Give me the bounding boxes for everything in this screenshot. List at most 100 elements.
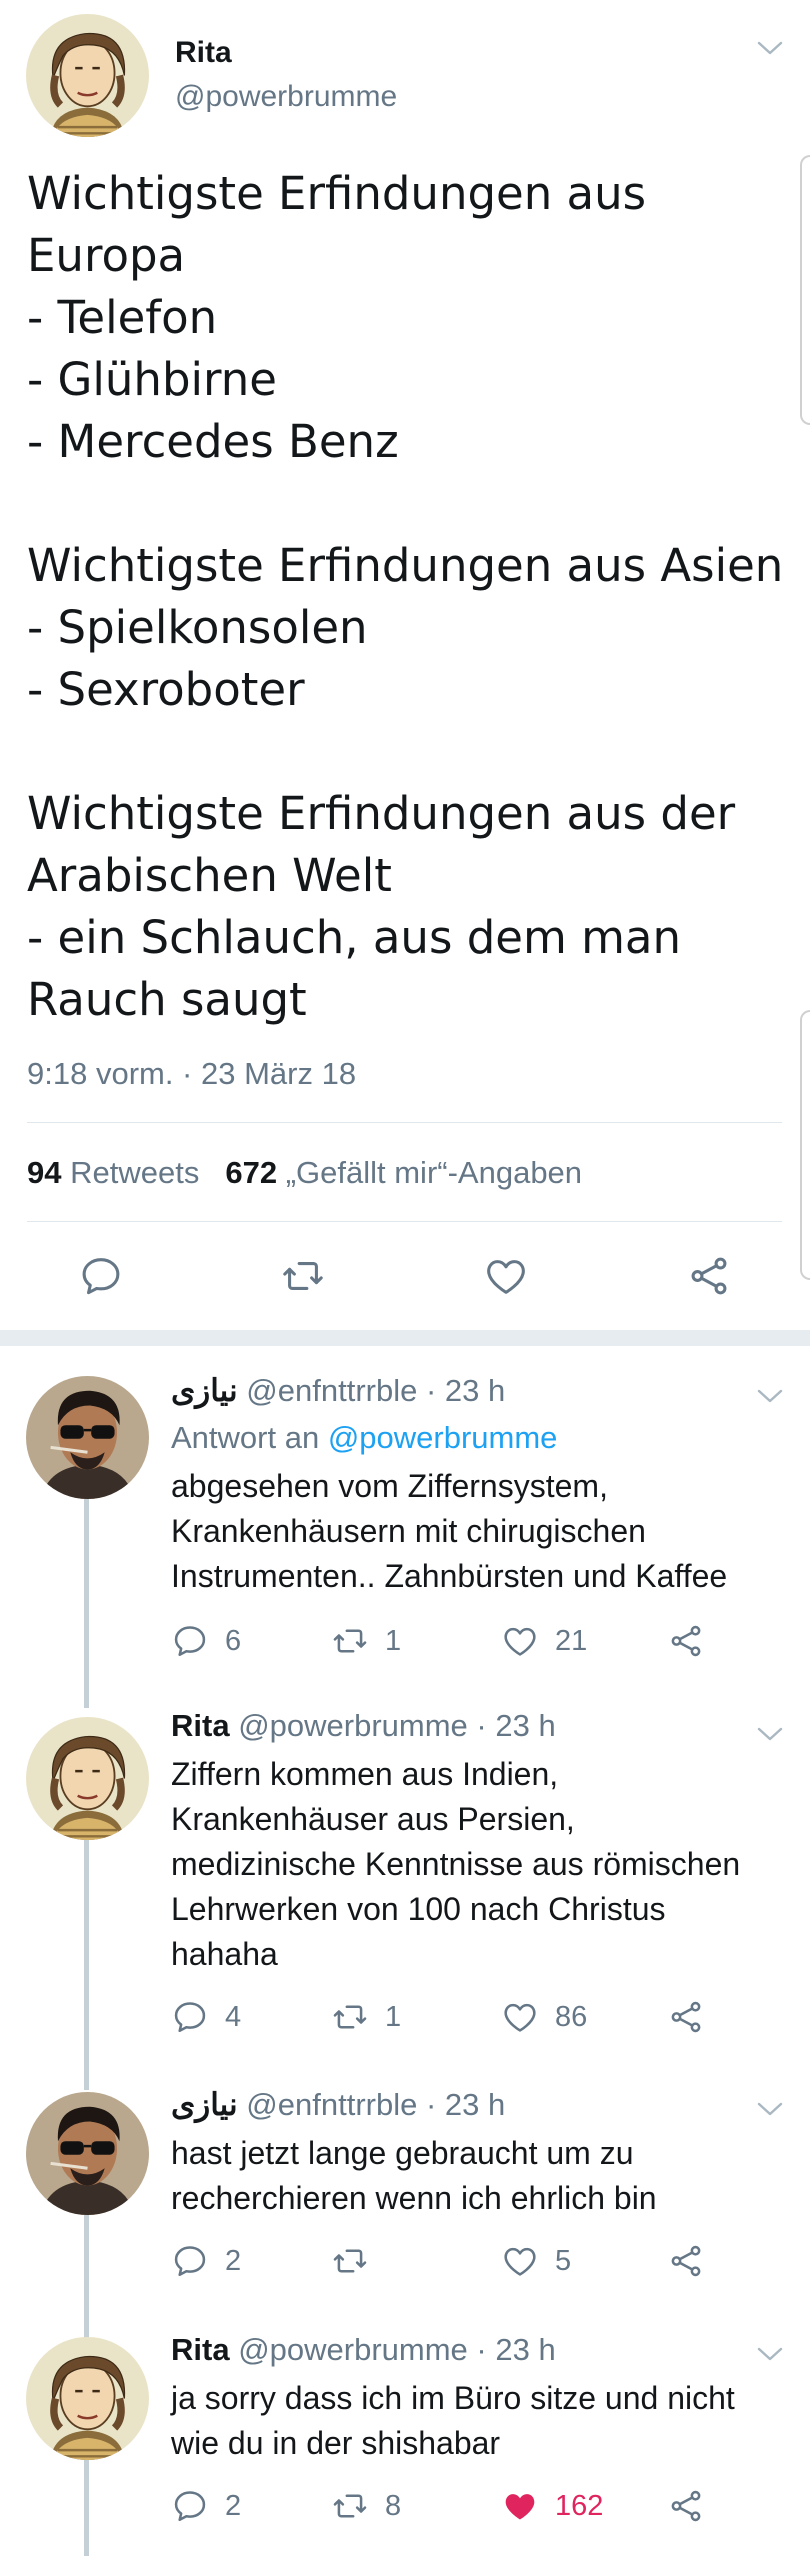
- author-handle[interactable]: @enfnttrrble: [246, 1373, 417, 1408]
- tweet-action-bar: [0, 1245, 810, 1305]
- reply-header: نیازی @enfnttrrble · 23 h: [171, 1373, 505, 1409]
- reply-count: 6: [225, 1624, 242, 1657]
- divider: [27, 1221, 782, 1222]
- chevron-down-icon[interactable]: [756, 1724, 784, 1744]
- tweet-text-line: Rauch saugt: [27, 973, 307, 1026]
- thread-line: [84, 2460, 89, 2556]
- chevron-down-icon[interactable]: [756, 1386, 784, 1406]
- reply-actions: 2 5: [171, 2238, 731, 2284]
- reply-actions: 6 1 21: [171, 1618, 731, 1664]
- share-icon[interactable]: [686, 1253, 732, 1299]
- like-button[interactable]: 21: [501, 1618, 587, 1664]
- like-count: 5: [555, 2244, 572, 2277]
- author-name[interactable]: Rita: [175, 36, 232, 70]
- like-count[interactable]: 672: [225, 1155, 277, 1190]
- share-icon[interactable]: [667, 2238, 721, 2284]
- author-name[interactable]: Rita: [171, 1708, 230, 1743]
- reply-text-line: wie du in der shishabar: [171, 2425, 501, 2461]
- reply-text-line: recherchieren wenn ich ehrlich bin: [171, 2180, 657, 2216]
- reply-count: 2: [225, 2244, 242, 2277]
- reply-header: نیازی @enfnttrrble · 23 h: [171, 2087, 505, 2123]
- like-count: 21: [555, 1624, 588, 1657]
- retweet-button[interactable]: 1: [331, 1994, 401, 2040]
- avatar[interactable]: [26, 2092, 149, 2215]
- retweet-button[interactable]: [331, 2238, 385, 2284]
- chevron-down-icon[interactable]: [756, 38, 784, 58]
- share-icon[interactable]: [667, 2483, 721, 2529]
- tweet-text-line: Wichtigste Erfindungen aus Asien: [27, 539, 784, 592]
- avatar[interactable]: [26, 1717, 149, 1840]
- replying-prefix: Antwort an: [171, 1420, 320, 1455]
- reply-text-line: hahaha: [171, 1936, 278, 1972]
- reply-time: · 23 h: [425, 2087, 506, 2122]
- reply-text-line: medizinische Kenntnisse aus römischen: [171, 1846, 741, 1882]
- tweet-text-line: - Mercedes Benz: [27, 415, 399, 468]
- chevron-down-icon[interactable]: [756, 2344, 784, 2364]
- retweet-button[interactable]: 8: [331, 2483, 401, 2529]
- reply-time: · 23 h: [425, 1373, 506, 1408]
- reply-header: Rita @powerbrumme · 23 h: [171, 1708, 556, 1744]
- author-name[interactable]: Rita: [171, 2332, 230, 2367]
- retweet-count[interactable]: 94: [27, 1155, 61, 1190]
- reply-button[interactable]: 2: [171, 2238, 241, 2284]
- like-button[interactable]: 162: [501, 2483, 603, 2529]
- author-name[interactable]: نیازی: [171, 1373, 238, 1408]
- reply-header: Rita @powerbrumme · 23 h: [171, 2332, 556, 2368]
- replying-to: Antwort an @powerbrumme: [171, 1420, 557, 1456]
- author-handle[interactable]: @powerbrumme: [175, 80, 397, 114]
- reply-text-line: Ziffern kommen aus Indien,: [171, 1756, 559, 1792]
- reply-button[interactable]: 4: [171, 1994, 241, 2040]
- scroll-indicator: [800, 155, 810, 425]
- author-handle[interactable]: @powerbrumme: [238, 1708, 468, 1743]
- reply-text: abgesehen vom Ziffernsystem, Krankenhäus…: [171, 1464, 791, 1599]
- retweet-button[interactable]: 1: [331, 1618, 401, 1664]
- like-button[interactable]: 5: [501, 2238, 571, 2284]
- chevron-down-icon[interactable]: [756, 2099, 784, 2119]
- retweet-icon[interactable]: [280, 1253, 326, 1299]
- tweet-text-line: Arabischen Welt: [27, 849, 392, 902]
- reply-count: 4: [225, 2000, 242, 2033]
- reply-text-line: Instrumenten.. Zahnbürsten und Kaffee: [171, 1558, 728, 1594]
- reply-button[interactable]: 6: [171, 1618, 241, 1664]
- retweet-label[interactable]: Retweets: [70, 1155, 199, 1190]
- tweet-text: Wichtigste Erfindungen aus Europa - Telefo…: [27, 163, 787, 1031]
- like-label[interactable]: „Gefällt mir“-Angaben: [286, 1155, 582, 1190]
- avatar[interactable]: [26, 1376, 149, 1499]
- reply-text: ja sorry dass ich im Büro sitze und nich…: [171, 2376, 791, 2466]
- tweet-text-line: - Telefon: [27, 291, 218, 344]
- reply-text-line: abgesehen vom Ziffernsystem,: [171, 1468, 608, 1504]
- main-tweet: Rita @powerbrumme Wichtigste Erfindungen…: [0, 0, 810, 1330]
- reply-text-line: Krankenhäuser aus Persien,: [171, 1801, 575, 1837]
- tweet-stats: 94 Retweets 672 „Gefällt mir“-Angaben: [27, 1155, 582, 1191]
- replying-to-handle[interactable]: @powerbrumme: [328, 1420, 558, 1455]
- tweet-text-line: - Sexroboter: [27, 663, 305, 716]
- tweet-text-line: Wichtigste Erfindungen aus der: [27, 787, 736, 840]
- scroll-indicator: [800, 1010, 810, 1280]
- reply-count: 2: [225, 2489, 242, 2522]
- author-handle[interactable]: @enfnttrrble: [246, 2087, 417, 2122]
- share-icon[interactable]: [667, 1618, 721, 1664]
- like-count: 86: [555, 2000, 588, 2033]
- reply-actions: 2 8 162: [171, 2483, 731, 2529]
- tweet-text-line: Wichtigste Erfindungen aus: [27, 167, 647, 220]
- avatar[interactable]: [26, 2337, 149, 2460]
- like-button[interactable]: 86: [501, 1994, 587, 2040]
- thread-line: [84, 1490, 89, 1708]
- heart-icon[interactable]: [483, 1253, 529, 1299]
- reply-time: · 23 h: [476, 2332, 556, 2367]
- reply-text: Ziffern kommen aus Indien, Krankenhäuser…: [171, 1752, 791, 1977]
- tweet-text-line: - Glühbirne: [27, 353, 277, 406]
- retweet-count: 1: [385, 1624, 402, 1657]
- reply-icon[interactable]: [78, 1253, 124, 1299]
- tweet-text-line: - Spielkonsolen: [27, 601, 368, 654]
- author-handle[interactable]: @powerbrumme: [238, 2332, 468, 2367]
- share-icon[interactable]: [667, 1994, 721, 2040]
- author-name[interactable]: نیازی: [171, 2087, 238, 2122]
- avatar[interactable]: [26, 14, 149, 137]
- reply-text-line: ja sorry dass ich im Büro sitze und nich…: [171, 2380, 735, 2416]
- reply-button[interactable]: 2: [171, 2483, 241, 2529]
- reply-actions: 4 1 86: [171, 1994, 731, 2040]
- thread-line: [84, 2215, 89, 2345]
